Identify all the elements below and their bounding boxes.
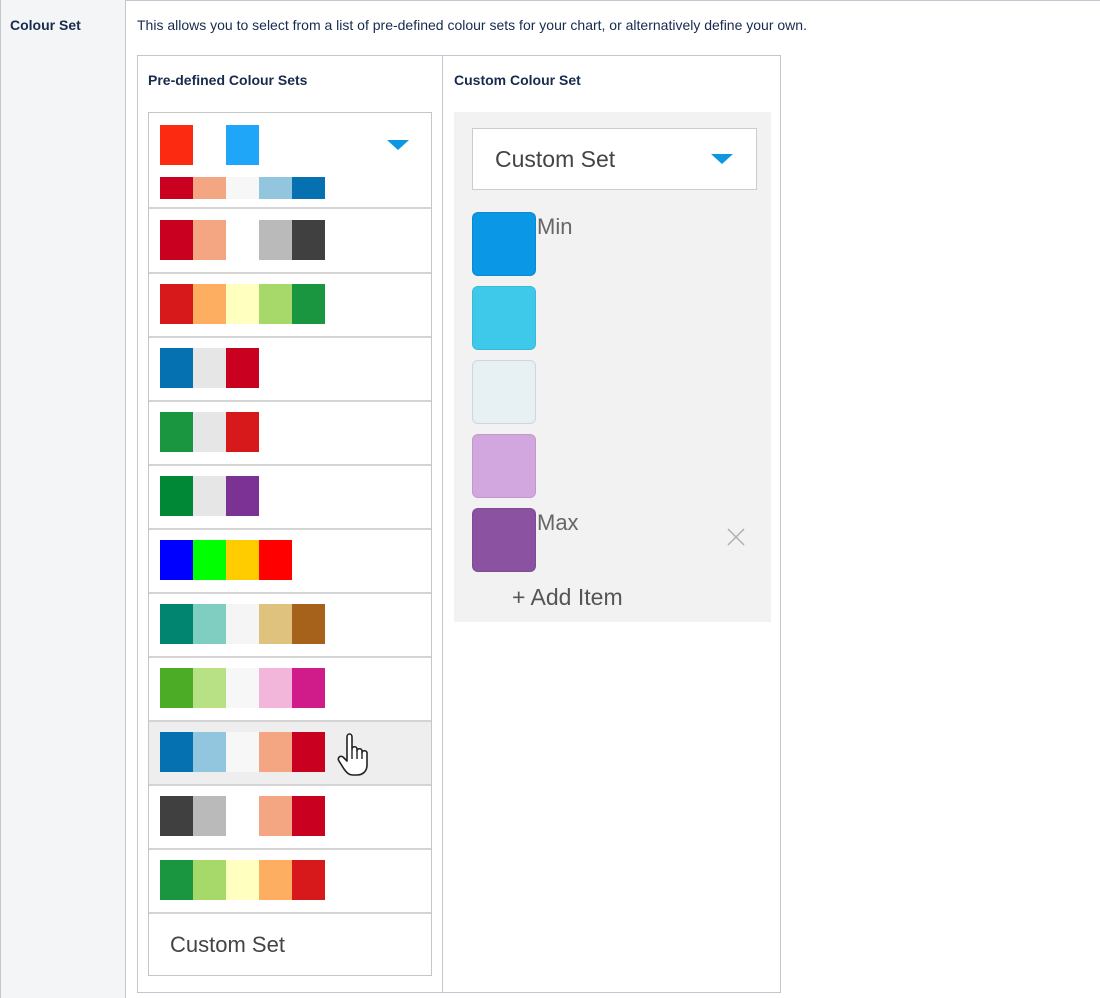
add-item-button[interactable]: + Add Item (512, 584, 623, 611)
colour-swatch (259, 220, 292, 260)
colour-swatch (160, 348, 193, 388)
colour-swatch (226, 284, 259, 324)
close-icon[interactable] (725, 526, 747, 548)
custom-colour-swatch[interactable] (472, 508, 536, 572)
colour-swatch (193, 125, 226, 165)
colour-swatch (292, 220, 325, 260)
colour-swatch (160, 220, 193, 260)
table-top-border (0, 0, 1100, 1)
colour-swatch (292, 860, 325, 900)
custom-colour-swatch[interactable] (472, 286, 536, 350)
colour-swatch (193, 177, 226, 199)
colour-swatch (193, 604, 226, 644)
colour-swatch (259, 732, 292, 772)
colour-swatch (160, 668, 193, 708)
colour-set-option[interactable] (149, 402, 431, 466)
colour-swatch (193, 412, 226, 452)
colour-swatch (193, 796, 226, 836)
colour-set-option[interactable] (149, 466, 431, 530)
custom-colour-label: Max (537, 510, 579, 535)
colour-set-option[interactable] (149, 786, 431, 850)
colour-set-option[interactable] (149, 658, 431, 722)
column-divider (442, 56, 443, 992)
predefined-heading: Pre-defined Colour Sets (148, 72, 308, 88)
custom-colour-swatch[interactable] (472, 434, 536, 498)
colour-swatch (160, 284, 193, 324)
colour-swatch (226, 540, 259, 580)
colour-set-option[interactable] (149, 594, 431, 658)
selected-colour-set[interactable] (149, 113, 431, 175)
colour-swatch (193, 220, 226, 260)
colour-swatch (226, 220, 259, 260)
colour-swatch (226, 796, 259, 836)
colour-swatch (160, 540, 193, 580)
colour-swatch (259, 540, 292, 580)
colour-swatch (160, 125, 193, 165)
chevron-down-icon (387, 140, 409, 150)
colour-swatch (226, 732, 259, 772)
colour-swatch (292, 668, 325, 708)
colour-swatch (259, 284, 292, 324)
colour-swatch (226, 412, 259, 452)
colour-swatch (292, 177, 325, 199)
custom-set-select-value: Custom Set (495, 146, 616, 172)
colour-swatch (160, 412, 193, 452)
colour-swatch (193, 860, 226, 900)
colour-swatch (259, 796, 292, 836)
colour-set-option[interactable] (149, 722, 431, 786)
custom-heading: Custom Colour Set (454, 72, 581, 88)
colour-swatch (259, 860, 292, 900)
colour-set-option[interactable] (149, 850, 431, 914)
colour-set-option[interactable] (149, 175, 431, 209)
custom-colour-swatch[interactable] (472, 360, 536, 424)
colour-swatch (160, 476, 193, 516)
custom-set-select[interactable]: Custom Set (472, 128, 757, 190)
colour-set-option[interactable] (149, 338, 431, 402)
colour-set-option[interactable] (149, 210, 431, 274)
property-label-cell: Colour Set (0, 0, 126, 998)
colour-swatch (226, 348, 259, 388)
colour-swatch (292, 796, 325, 836)
property-description: This allows you to select from a list of… (137, 17, 807, 33)
colour-swatch (292, 604, 325, 644)
custom-colour-label: Min (537, 214, 573, 239)
colour-swatch (226, 860, 259, 900)
colour-swatch (292, 284, 325, 324)
colour-swatch (292, 732, 325, 772)
colour-set-option[interactable] (149, 530, 431, 594)
chevron-down-icon (711, 154, 733, 164)
table-left-border (0, 0, 1, 998)
colour-swatch (160, 604, 193, 644)
colour-swatch (226, 604, 259, 644)
colour-swatch (226, 125, 259, 165)
colour-swatch (259, 177, 292, 199)
property-label: Colour Set (10, 17, 81, 33)
colour-swatch (226, 476, 259, 516)
colour-swatch (160, 860, 193, 900)
hand-pointer-cursor-icon (337, 733, 368, 776)
colour-swatch (259, 604, 292, 644)
custom-colour-swatch[interactable] (472, 212, 536, 276)
colour-swatch (160, 796, 193, 836)
colour-swatch (193, 348, 226, 388)
colour-swatch (193, 284, 226, 324)
colour-swatch (193, 732, 226, 772)
colour-swatch (160, 177, 193, 199)
colour-swatch (259, 668, 292, 708)
colour-swatch (193, 668, 226, 708)
colour-swatch (226, 177, 259, 199)
custom-set-option[interactable]: Custom Set (170, 932, 285, 958)
colour-swatch (193, 476, 226, 516)
colour-swatch (160, 732, 193, 772)
colour-swatch (226, 668, 259, 708)
colour-swatch (193, 540, 226, 580)
colour-set-option[interactable] (149, 274, 431, 338)
